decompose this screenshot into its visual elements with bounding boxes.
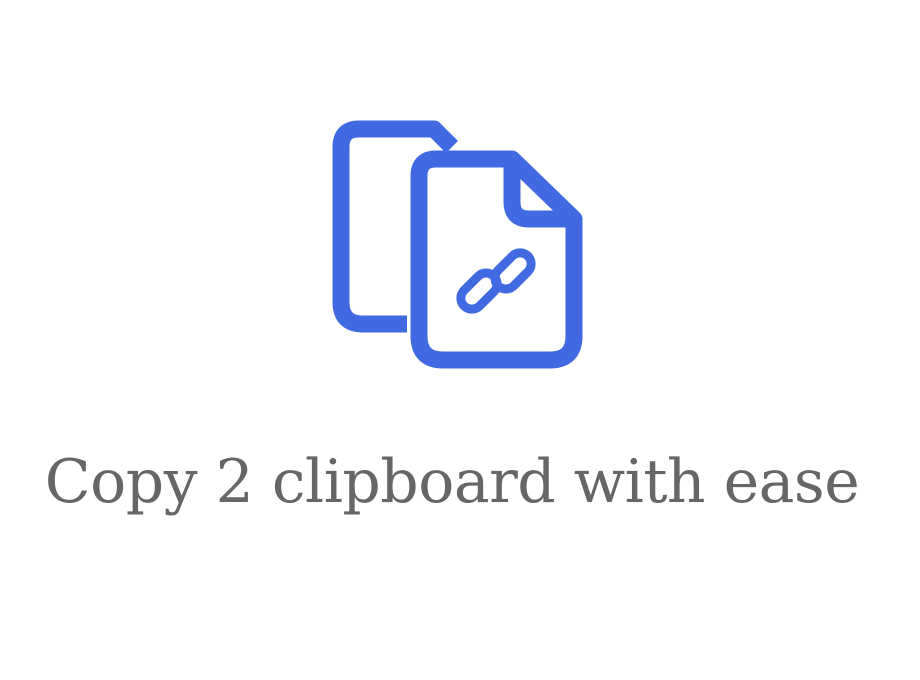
front-document-icon — [410, 150, 583, 369]
copy-link-files-icon — [330, 118, 590, 378]
tagline: Copy 2 clipboard with ease — [44, 447, 860, 517]
splash-screen: Copy 2 clipboard with ease — [0, 0, 920, 680]
